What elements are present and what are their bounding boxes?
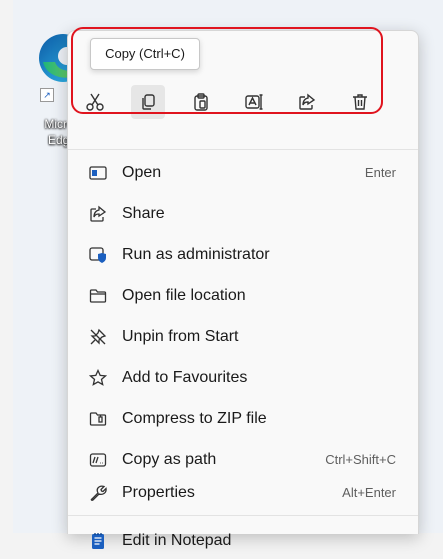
menu-item-unpin-from-start[interactable]: Unpin from Start: [76, 319, 410, 355]
menu-item-label: Open: [122, 164, 162, 181]
menu-item-label: Add to Favourites: [122, 369, 248, 386]
quick-actions-highlight: [71, 27, 383, 114]
menu-item-label: Unpin from Start: [122, 328, 239, 345]
menu-item-copy-as-path[interactable]: Copy as path Ctrl+Shift+C: [76, 442, 410, 478]
menu-item-shortcut: Ctrl+Shift+C: [325, 452, 396, 467]
menu-item-compress-to-zip[interactable]: Compress to ZIP file: [76, 401, 410, 437]
wrench-icon: [88, 483, 108, 503]
open-icon: [88, 163, 108, 183]
notepad-icon: [88, 531, 108, 551]
menu-item-edit-in-notepad[interactable]: Edit in Notepad: [76, 523, 410, 559]
menu-item-label: Open file location: [122, 287, 246, 304]
menu-item-open-file-location[interactable]: Open file location: [76, 278, 410, 314]
unpin-icon: [88, 327, 108, 347]
menu-item-shortcut: Alt+Enter: [342, 485, 396, 500]
menu-item-label: Edit in Notepad: [122, 532, 232, 549]
menu-item-open[interactable]: Open Enter: [76, 155, 410, 191]
menu-divider: [68, 149, 418, 150]
path-icon: [88, 450, 108, 470]
share-icon: [88, 204, 108, 224]
menu-divider: [68, 515, 418, 516]
shield-icon: [88, 245, 108, 265]
shortcut-arrow-icon: ↗: [40, 88, 54, 102]
menu-item-label: Share: [122, 205, 165, 222]
menu-item-label: Run as administrator: [122, 246, 270, 263]
zip-icon: [88, 409, 108, 429]
menu-item-run-as-administrator[interactable]: Run as administrator: [76, 237, 410, 273]
menu-item-add-to-favourites[interactable]: Add to Favourites: [76, 360, 410, 396]
folder-icon: [88, 286, 108, 306]
menu-item-label: Compress to ZIP file: [122, 410, 267, 427]
menu-item-shortcut: Enter: [364, 165, 396, 180]
star-icon: [88, 368, 108, 388]
menu-item-label: Properties: [122, 484, 195, 501]
menu-item-properties[interactable]: Properties Alt+Enter: [76, 475, 410, 511]
menu-item-share[interactable]: Share: [76, 196, 410, 232]
menu-item-label: Copy as path: [122, 451, 217, 468]
